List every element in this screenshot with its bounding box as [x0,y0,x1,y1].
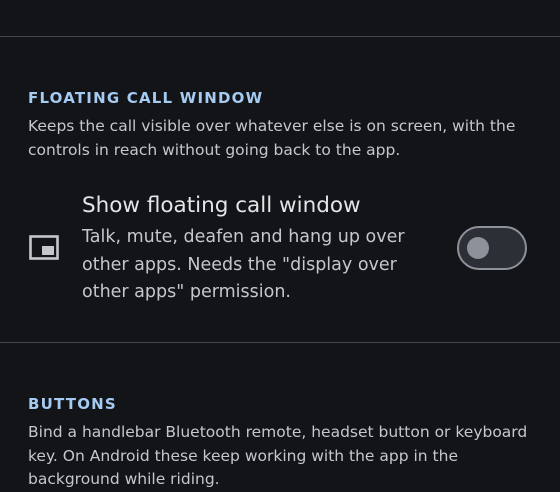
setting-title: Show floating call window [82,193,361,218]
floating-call-section-description: Keeps the call visible over whatever els… [28,117,516,159]
top-divider [0,36,560,37]
middle-divider [0,342,560,343]
floating-call-window-setting[interactable]: Show floating call window Talk, mute, de… [0,180,560,312]
floating-call-window-toggle[interactable] [457,226,527,270]
picture-in-picture-icon [29,235,59,260]
floating-call-section-title: FLOATING CALL WINDOW [28,89,264,107]
buttons-section-title: BUTTONS [28,395,117,413]
buttons-section-description: Bind a handlebar Bluetooth remote, heads… [28,423,528,488]
setting-summary: Talk, mute, deafen and hang up over othe… [82,227,405,302]
toggle-thumb [467,237,489,259]
